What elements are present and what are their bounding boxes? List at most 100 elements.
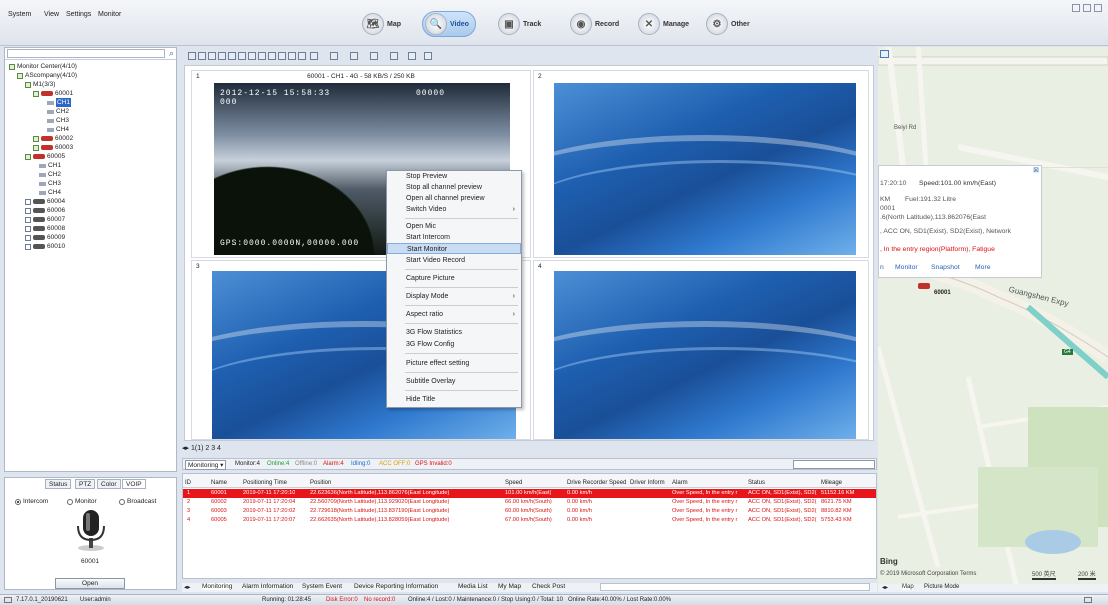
close-icon[interactable]: ⊠ — [1033, 166, 1039, 174]
tree-channel[interactable]: CH1 — [47, 98, 72, 107]
map-tab-arrows[interactable]: ◂▸ — [882, 584, 888, 591]
checkbox-icon[interactable] — [25, 198, 31, 205]
tree-channel[interactable]: CH3 — [39, 179, 61, 188]
open-button[interactable]: Open — [55, 578, 125, 589]
col-position[interactable]: Position — [310, 480, 331, 486]
tree-group[interactable]: M1(3/3) — [25, 80, 55, 89]
tab-alarm-information[interactable]: Alarm Information — [242, 583, 293, 590]
monitoring-dropdown[interactable]: Monitoring ▾ — [185, 460, 227, 470]
checkbox-icon[interactable] — [25, 225, 31, 232]
radio-monitor[interactable]: Monitor — [67, 498, 97, 505]
layout-16-icon[interactable] — [258, 52, 266, 60]
checkbox-icon[interactable] — [9, 63, 15, 70]
video-cell[interactable]: 2 — [533, 70, 869, 258]
checkbox-icon[interactable] — [33, 135, 39, 142]
tree-channel[interactable]: CH1 — [39, 161, 61, 170]
layout-8-icon[interactable] — [218, 52, 226, 60]
table-row[interactable]: 2 60002 2019-07-11 17:20:04 22.560709(No… — [183, 498, 876, 507]
col-mileage[interactable]: Mileage — [821, 480, 842, 486]
nav-manage-button[interactable]: ✕ Manage — [636, 11, 695, 37]
tree-vehicle[interactable]: 60005 — [25, 152, 65, 161]
layout-9-icon[interactable] — [228, 52, 236, 60]
tab-color[interactable]: Color — [97, 479, 121, 489]
popup-more-link[interactable]: More — [975, 264, 991, 271]
tree-channel[interactable]: CH4 — [47, 125, 69, 134]
tree-vehicle[interactable]: 60006 — [25, 206, 65, 215]
nav-other-button[interactable]: ⚙ Other — [704, 11, 756, 37]
menu-start-intercom[interactable]: Start Intercom — [387, 232, 521, 243]
stream-icon[interactable] — [330, 52, 338, 60]
menu-start-video-record[interactable]: Start Video Record — [387, 255, 521, 266]
menu-settings[interactable]: Settings — [66, 11, 91, 18]
radio-broadcast[interactable]: Broadcast — [119, 498, 156, 505]
checkbox-icon[interactable] — [25, 153, 31, 160]
filter-dropdown[interactable] — [793, 460, 875, 469]
table-row[interactable]: 1 60001 2019-07-11 17:20:10 22.623636(No… — [183, 489, 876, 498]
menu-display-mode[interactable]: Display Mode › — [387, 291, 521, 302]
fullscreen-icon[interactable] — [288, 52, 296, 60]
col-id[interactable]: ID — [185, 480, 191, 486]
tree-vehicle[interactable]: 60004 — [25, 197, 65, 206]
audio-icon[interactable] — [370, 52, 378, 60]
checkbox-icon[interactable] — [25, 207, 31, 214]
tree-vehicle[interactable]: 60002 — [33, 134, 73, 143]
menu-picture-effect[interactable]: Picture effect setting — [387, 358, 521, 369]
layout-10-icon[interactable] — [238, 52, 246, 60]
checkbox-icon[interactable] — [25, 243, 31, 250]
settings-icon[interactable] — [424, 52, 432, 60]
zoom-out-icon[interactable] — [278, 52, 286, 60]
tab-ptz[interactable]: PTZ — [75, 479, 96, 489]
tab-check-post[interactable]: Check Post — [532, 583, 565, 590]
popup-snapshot-link[interactable]: Snapshot — [931, 264, 960, 271]
col-positioning-time[interactable]: Positioning Time — [243, 480, 287, 486]
layout-13-icon[interactable] — [248, 52, 256, 60]
tree-vehicle[interactable]: 60001 — [33, 89, 73, 98]
tab-voip[interactable]: VOIP — [122, 479, 146, 489]
nav-record-button[interactable]: ◉ Record — [568, 11, 625, 37]
checkbox-icon[interactable] — [17, 72, 23, 79]
menu-system[interactable]: System — [8, 11, 31, 18]
nav-map-button[interactable]: 🗺 Map — [360, 11, 407, 37]
zoom-in-icon[interactable] — [268, 52, 276, 60]
minimize-icon[interactable] — [1072, 4, 1080, 12]
screen-mode-icon[interactable] — [310, 52, 318, 60]
nav-track-button[interactable]: ▣ Track — [496, 11, 547, 37]
close-icon[interactable] — [1094, 4, 1102, 12]
tree-channel[interactable]: CH2 — [47, 107, 69, 116]
tab-scroll-arrows[interactable]: ◂▸ — [184, 583, 191, 591]
checkbox-icon[interactable] — [25, 216, 31, 223]
tree-root[interactable]: Monitor Center(4/10) — [9, 62, 77, 71]
tree-vehicle[interactable]: 60010 — [25, 242, 65, 251]
menu-stop-all-preview[interactable]: Stop all channel preview — [387, 182, 521, 193]
checkbox-icon[interactable] — [33, 144, 39, 151]
radio-intercom[interactable]: Intercom — [15, 498, 48, 505]
menu-open-all-preview[interactable]: Open all channel preview — [387, 193, 521, 204]
panel-toggle-icon[interactable] — [1084, 597, 1092, 603]
horizontal-scrollbar[interactable] — [600, 583, 870, 591]
table-row[interactable]: 3 60003 2019-07-11 17:20:02 22.729618(No… — [183, 507, 876, 516]
menu-start-monitor[interactable]: Start Monitor — [387, 243, 521, 254]
col-driver-inform[interactable]: Driver Inform — [630, 480, 665, 486]
tree-channel[interactable]: CH3 — [47, 116, 69, 125]
menu-view[interactable]: View — [44, 11, 59, 18]
menu-aspect-ratio[interactable]: Aspect ratio › — [387, 309, 521, 320]
tab-media-list[interactable]: Media List — [458, 583, 488, 590]
checkbox-icon[interactable] — [25, 234, 31, 241]
menu-monitor[interactable]: Monitor — [98, 11, 121, 18]
tab-monitoring[interactable]: Monitoring — [202, 583, 233, 590]
tab-system-event[interactable]: System Event — [302, 583, 342, 590]
video-cell[interactable]: 4 — [533, 260, 869, 440]
play-icon[interactable] — [390, 52, 398, 60]
video-page-tab[interactable]: 1(1) 2 3 4 — [191, 445, 221, 452]
popup-link[interactable]: n — [880, 264, 884, 271]
map-panel-toggle-icon[interactable] — [880, 50, 889, 58]
tree-company[interactable]: AScompany(4/10) — [17, 71, 77, 80]
tree-vehicle[interactable]: 60007 — [25, 215, 65, 224]
tree-channel[interactable]: CH2 — [39, 170, 61, 179]
menu-3g-flow-statistics[interactable]: 3G Flow Statistics — [387, 327, 521, 338]
menu-3g-flow-config[interactable]: 3G Flow Config — [387, 339, 521, 350]
col-name[interactable]: Name — [211, 480, 227, 486]
layout-1-icon[interactable] — [188, 52, 196, 60]
checkbox-icon[interactable] — [33, 90, 39, 97]
stop-icon[interactable] — [408, 52, 416, 60]
